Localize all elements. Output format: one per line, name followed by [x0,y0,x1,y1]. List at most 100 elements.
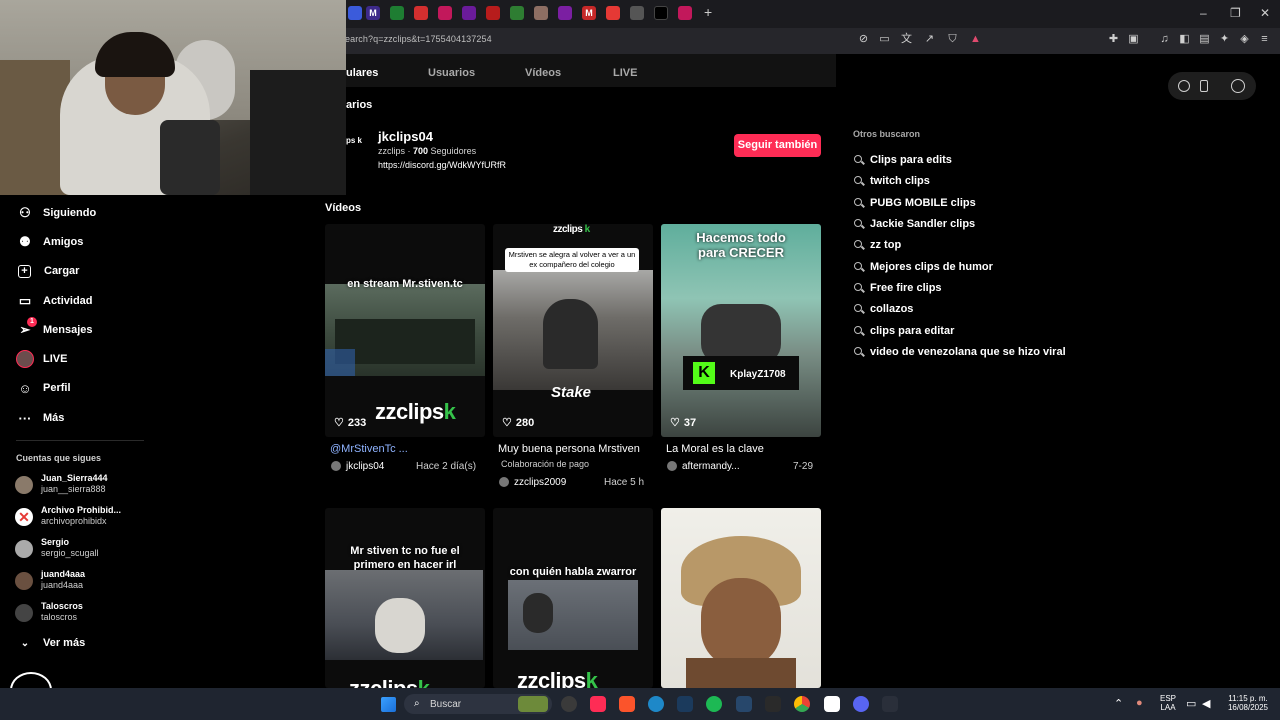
spotify-icon[interactable] [706,696,722,712]
microphone-icon[interactable]: ● [1136,697,1143,709]
steam-icon[interactable] [677,696,693,712]
widget-icon[interactable] [518,696,548,712]
video-author[interactable]: jkclips04 [331,461,384,472]
url-field[interactable]: earch?q=zzclips&t=1755404137254 [345,34,492,44]
suggestion-item[interactable]: Free fire clips [854,282,942,294]
brave-icon[interactable] [619,696,635,712]
chrome-icon[interactable] [794,696,810,712]
app-icon[interactable] [824,696,840,712]
vpn-icon[interactable]: ◈ [1238,33,1251,46]
suggestion-item[interactable]: PUBG MOBILE clips [854,197,976,209]
screenshot-icon[interactable]: ▣ [1127,33,1140,46]
sidebar-item-label: Perfil [43,382,71,394]
tab-icon[interactable] [534,6,548,20]
sidebar-item-friends[interactable]: ⚉ Amigos [16,231,83,253]
tiktok-tab-icon[interactable] [654,6,668,20]
sidebar-item-following[interactable]: ⚇ Siguiendo [16,202,96,224]
suggestion-item[interactable]: Mejores clips de humor [854,261,993,273]
sidebar-item-more[interactable]: ··· Más [16,407,65,429]
epic-games-icon[interactable] [765,696,781,712]
tab-icon[interactable] [348,6,362,20]
video-author[interactable]: zzclips2009 [499,477,566,488]
discord-icon[interactable] [853,696,869,712]
tab-icon[interactable] [486,6,500,20]
video-card[interactable]: zzclips k Mrstiven se alegra al volver a… [493,224,653,437]
translate-icon[interactable]: 文 [900,33,913,46]
account-avatar[interactable]: ps k [346,136,366,160]
windows-start-icon[interactable] [381,697,396,712]
followers-label: Seguidores [428,146,477,156]
video-caption[interactable]: Muy buena persona Mrstiven [498,443,640,455]
suggestion-item[interactable]: video de venezolana que se hizo viral [854,346,1066,358]
tab-users[interactable]: Usuarios [428,67,475,79]
cast-icon[interactable]: ▭ [878,33,891,46]
wallet-icon[interactable]: ▤ [1198,33,1211,46]
compass-icon[interactable] [1178,80,1190,92]
account-bio-link[interactable]: https://discord.gg/WdkWYfURfR [378,160,506,170]
suggestion-item[interactable]: clips para editar [854,325,954,337]
tab-live[interactable]: LIVE [613,67,637,79]
share-icon[interactable]: ↗ [923,33,936,46]
rewards-icon[interactable]: ▲ [969,33,982,46]
app-icon[interactable] [882,696,898,712]
see-more-button[interactable]: ⌄ Ver más [16,632,85,654]
menu-icon[interactable]: ≡ [1258,33,1271,46]
tab-icon[interactable] [510,6,524,20]
maximize-button[interactable]: ❐ [1230,6,1241,20]
sidebar-item-messages[interactable]: ➢ 1 Mensajes [16,317,93,341]
tab-icon[interactable] [606,6,620,20]
sidebar-item-profile[interactable]: ☺ Perfil [16,377,71,399]
tab-videos[interactable]: Vídeos [525,67,561,79]
phone-icon[interactable] [1200,80,1208,92]
video-caption[interactable]: @MrStivenTc ... [330,443,408,455]
suggestion-item[interactable]: collazos [854,303,913,315]
shield-icon[interactable]: ⛉ [946,33,959,46]
sidebar-item-live[interactable]: LIVE [16,348,67,370]
volume-icon[interactable]: ◀ [1202,697,1210,710]
suggestion-item[interactable]: zz top [854,239,901,251]
extensions-icon[interactable]: ✚ [1107,33,1120,46]
suggestion-item[interactable]: Jackie Sandler clips [854,218,975,230]
tiktok-avatar-icon[interactable] [1231,79,1245,93]
language-indicator[interactable]: ESP LAA [1158,694,1178,712]
chevron-up-icon[interactable]: ⌃ [1114,697,1123,710]
account-name[interactable]: jkclips04 [378,129,433,144]
video-card[interactable]: Hacemos todo para CRECER K KplayZ1708 ♡ 3… [661,224,821,437]
video-card[interactable] [661,508,821,688]
video-caption[interactable]: La Moral es la clave [666,443,764,455]
tab-icon[interactable] [678,6,692,20]
new-tab-button[interactable]: + [704,4,712,20]
tiktok-app-icon[interactable] [590,696,606,712]
tab-top[interactable]: ulares [346,67,378,79]
tab-icon[interactable] [390,6,404,20]
video-card[interactable]: con quién habla zwarror zzclipsk [493,508,653,688]
app-icon[interactable] [561,696,577,712]
close-window-button[interactable]: ✕ [1260,6,1270,20]
tab-icon[interactable]: M [366,6,380,20]
tab-icon[interactable] [630,6,644,20]
search-tabs [346,54,836,87]
sidebar-item-activity[interactable]: ▭ Actividad [16,290,93,312]
sidebar-item-upload[interactable]: + Cargar [16,260,79,282]
clock[interactable]: 11:15 p. m. 16/08/2025 [1222,694,1274,712]
music-icon[interactable]: ♫ [1158,33,1171,46]
ai-icon[interactable]: ✦ [1218,33,1231,46]
steam-icon[interactable] [736,696,752,712]
mute-icon[interactable]: ⊘ [857,33,870,46]
suggestion-item[interactable]: twitch clips [854,175,930,187]
video-card[interactable]: en stream Mr.stiven.tc zzclipsk ♡ 233 [325,224,485,437]
follow-back-button[interactable]: Seguir también [734,134,821,157]
suggestion-item[interactable]: Clips para edits [854,154,952,166]
sidebar-icon[interactable]: ◧ [1178,33,1191,46]
network-icon[interactable]: ▭ [1186,697,1196,710]
video-card[interactable]: Mr stiven tc no fue el primero en hacer … [325,508,485,688]
tab-icon[interactable] [438,6,452,20]
minimize-button[interactable]: – [1200,6,1207,20]
video-author[interactable]: aftermandy... [667,461,740,472]
edge-icon[interactable] [648,696,664,712]
tab-icon[interactable] [462,6,476,20]
tab-icon[interactable]: M [582,6,596,20]
author-avatar [667,461,677,472]
tab-icon[interactable] [414,6,428,20]
tab-icon[interactable] [558,6,572,20]
